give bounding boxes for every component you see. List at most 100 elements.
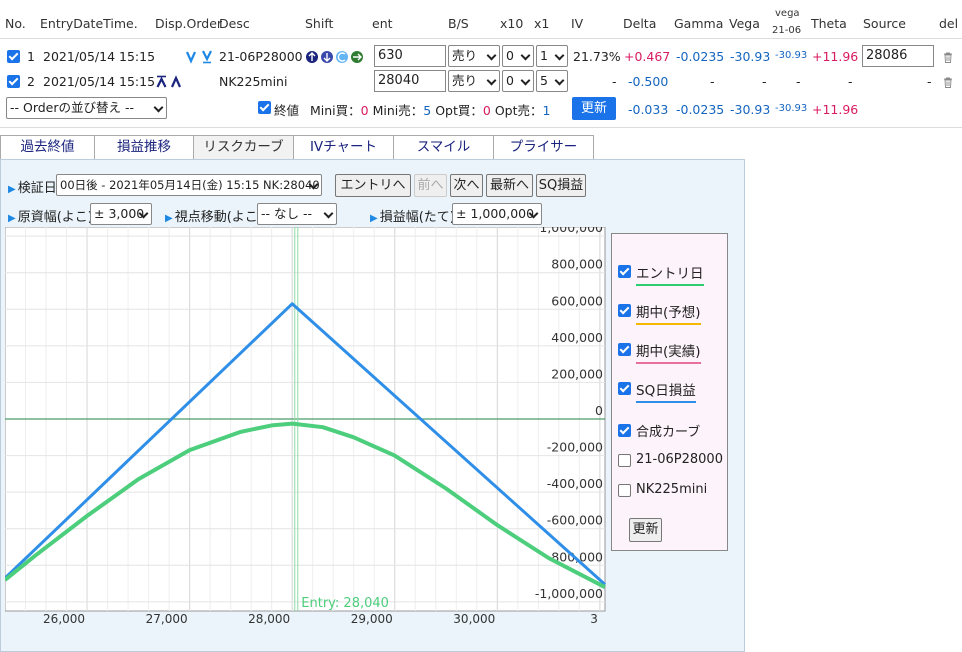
legend-checkbox[interactable]	[618, 304, 631, 317]
col-gamma: Gamma	[674, 16, 724, 31]
header-divider	[0, 38, 962, 39]
width-select[interactable]: ± 3,000	[90, 203, 152, 225]
x-tick-label: 29,000	[351, 612, 393, 626]
row-desc: NK225mini	[219, 74, 288, 89]
summary-vega: -30.93	[730, 102, 771, 117]
sq-pl-button[interactable]: SQ損益	[536, 174, 586, 197]
legend-label: エントリ日	[636, 266, 704, 286]
order-down-arrows-icon[interactable]	[186, 50, 216, 64]
row-source: -	[927, 74, 932, 89]
legend-label: 期中(予想)	[636, 305, 701, 325]
y-tick-label: 800,000	[551, 257, 603, 272]
tab-smile[interactable]: スマイル	[393, 135, 494, 159]
legend-checkbox[interactable]	[618, 454, 631, 467]
prev-button[interactable]: 前へ	[414, 174, 447, 197]
triangle-right-icon: ▶	[8, 184, 16, 195]
row-iv: 21.73%	[573, 49, 621, 64]
legend-checkbox[interactable]	[618, 424, 631, 437]
shift-buttons[interactable]	[305, 50, 369, 64]
summary-update-button[interactable]: 更新	[572, 97, 616, 120]
entry-price-input[interactable]: 630	[374, 45, 446, 67]
legend-checkbox[interactable]	[618, 343, 631, 356]
verify-date-label: ▶ 検証日	[8, 181, 57, 196]
legend-checkbox[interactable]	[618, 484, 631, 497]
row-checkbox[interactable]	[7, 75, 20, 88]
verify-date-select[interactable]: 00日後 - 2021年05月14日(金) 15:15 NK:28040	[56, 174, 322, 196]
row-vega-sub: -30.93	[775, 50, 808, 61]
view-shift-label: ▶ 視点移動(よこ)	[165, 210, 263, 225]
trash-icon[interactable]	[943, 77, 953, 88]
width-label: ▶ 原資幅(よこ)	[8, 210, 93, 225]
row-no: 1	[27, 49, 35, 64]
summary-theta: +11.96	[812, 102, 859, 117]
bs-select[interactable]: 売り	[448, 70, 500, 92]
x1-select[interactable]: 5	[536, 70, 568, 92]
col-iv: IV	[571, 16, 584, 31]
legend-item[interactable]: SQ日損益	[618, 379, 696, 403]
legend-label: 21-06P28000	[636, 452, 723, 467]
trash-icon[interactable]	[943, 52, 953, 63]
x1-select[interactable]: 1	[536, 45, 568, 67]
triangle-right-icon: ▶	[370, 213, 378, 224]
tab-pricer[interactable]: プライサー	[493, 135, 594, 159]
col-shift: Shift	[305, 16, 334, 31]
summary-divider	[0, 127, 962, 128]
closing-checkbox[interactable]	[258, 101, 271, 114]
col-desc[interactable]: Desc	[219, 16, 250, 31]
row-delta: -0.500	[628, 74, 669, 89]
y-tick-label: 600,000	[551, 293, 603, 308]
tab-risk-curve[interactable]: リスクカーブ	[193, 135, 294, 159]
row-no: 2	[27, 74, 35, 89]
y-tick-label: 1,000,000	[539, 227, 603, 235]
view-shift-select[interactable]: -- なし --	[257, 203, 337, 225]
row-vega: -30.93	[730, 49, 771, 64]
col-x1: x1	[534, 16, 550, 31]
order-sort-select[interactable]: -- Orderの並び替え --	[6, 97, 167, 119]
tab-pl-trend[interactable]: 損益推移	[94, 135, 194, 159]
entry-label: Entry: 28,040	[301, 596, 389, 611]
entry-price-input[interactable]: 28040	[374, 70, 446, 92]
y-tick-label: 400,000	[551, 330, 603, 345]
col-vega: Vega	[729, 16, 760, 31]
risk-curve-chart: 1,000,000 800,000 600,000 400,000 200,000 0 -2…	[5, 227, 607, 626]
legend-checkbox[interactable]	[618, 265, 631, 278]
order-up-arrows-icon[interactable]	[156, 75, 186, 89]
legend-checkbox[interactable]	[618, 382, 631, 395]
x10-select[interactable]: 0	[502, 45, 534, 67]
x-tick-label: 28,000	[248, 612, 290, 626]
y-tick-label: 200,000	[551, 366, 603, 381]
bs-select[interactable]: 売り	[448, 45, 500, 67]
legend-item[interactable]: 期中(実績)	[618, 340, 701, 364]
legend-item[interactable]: 21-06P28000	[618, 451, 723, 467]
tab-past-close[interactable]: 過去終値	[0, 135, 95, 159]
triangle-right-icon: ▶	[165, 213, 173, 224]
entry-button[interactable]: エントリへ	[335, 174, 411, 197]
next-button[interactable]: 次へ	[450, 174, 483, 197]
row-gamma: -0.0235	[676, 49, 725, 64]
pl-range-select[interactable]: ± 1,000,000	[452, 203, 542, 225]
source-input[interactable]: 28086	[862, 45, 934, 67]
row-theta: +11.96	[812, 49, 859, 64]
col-disp-order[interactable]: Disp.Order	[155, 16, 222, 31]
y-tick-label: -1,000,000	[535, 586, 603, 601]
legend-label: NK225mini	[636, 482, 708, 497]
row-iv: -	[612, 74, 617, 89]
row-gamma: -	[710, 74, 715, 89]
legend-update-button[interactable]: 更新	[629, 518, 662, 542]
row-checkbox[interactable]	[7, 50, 20, 63]
row-delta: +0.467	[624, 49, 671, 64]
latest-button[interactable]: 最新へ	[486, 174, 533, 197]
legend-item[interactable]: 期中(予想)	[618, 301, 701, 325]
y-tick-label: -400,000	[547, 476, 603, 491]
legend-item[interactable]: エントリ日	[618, 262, 704, 286]
legend-label: 合成カーブ	[636, 425, 701, 440]
x-axis-labels: 26,000 27,000 28,000 29,000 30,000 3	[43, 612, 598, 626]
legend-item[interactable]: 合成カーブ	[618, 421, 701, 440]
summary-gamma: -0.0235	[676, 102, 725, 117]
col-ent: ent	[372, 16, 393, 31]
x10-select[interactable]: 0	[502, 70, 534, 92]
col-delta: Delta	[623, 16, 657, 31]
legend-item[interactable]: NK225mini	[618, 481, 708, 497]
tab-iv-chart[interactable]: IVチャート	[293, 135, 394, 159]
col-entry-date[interactable]: EntryDateTime.	[40, 16, 138, 31]
